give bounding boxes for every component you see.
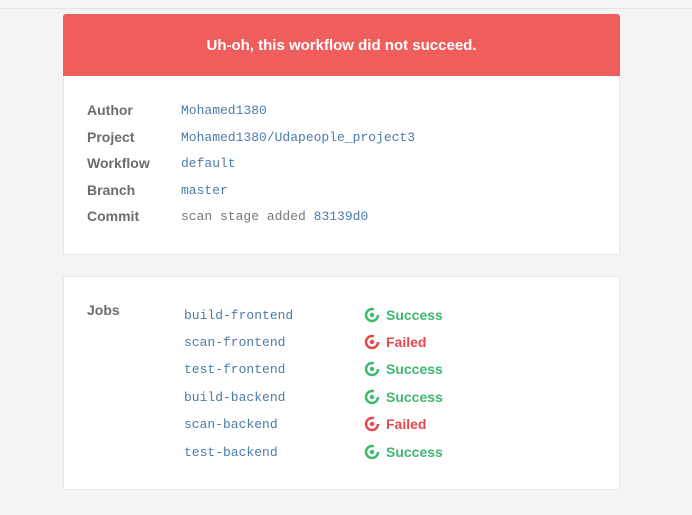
job-link[interactable]: build-backend	[184, 390, 364, 405]
job-status: Success	[364, 444, 443, 460]
success-status-icon	[364, 444, 380, 460]
job-link[interactable]: test-backend	[184, 445, 364, 460]
workflow-details-card: Author Mohamed1380 Project Mohamed1380/U…	[63, 76, 620, 255]
job-status-label: Failed	[386, 334, 427, 350]
branch-link[interactable]: master	[181, 183, 228, 198]
workflow-link[interactable]: default	[181, 156, 236, 171]
job-status: Failed	[364, 416, 426, 432]
success-status-icon	[364, 307, 380, 323]
job-status: Failed	[364, 334, 426, 350]
job-row: test-backend Success	[184, 442, 443, 462]
project-row: Project Mohamed1380/Udapeople_project3	[87, 127, 415, 147]
branch-label: Branch	[87, 182, 136, 198]
jobs-card: Jobs build-frontend Success scan-fronten…	[63, 276, 620, 490]
job-row: test-frontend Success	[184, 359, 443, 379]
job-status-label: Success	[386, 361, 443, 377]
top-bar	[0, 0, 692, 9]
job-row: scan-backend Failed	[184, 414, 426, 434]
project-link[interactable]: Mohamed1380/Udapeople_project3	[181, 130, 415, 145]
job-status-label: Success	[386, 307, 443, 323]
job-row: build-backend Success	[184, 387, 443, 407]
author-label: Author	[87, 102, 133, 118]
commit-hash-link[interactable]: 83139d0	[314, 209, 369, 224]
workflow-failure-banner: Uh-oh, this workflow did not succeed.	[63, 14, 620, 76]
branch-row: Branch master	[87, 180, 228, 200]
job-link[interactable]: scan-backend	[184, 417, 364, 432]
commit-row: Commit scan stage added 83139d0	[87, 206, 368, 226]
job-link[interactable]: test-frontend	[184, 362, 364, 377]
success-status-icon	[364, 389, 380, 405]
jobs-label: Jobs	[87, 302, 120, 318]
success-status-icon	[364, 361, 380, 377]
commit-message: scan stage added	[181, 208, 306, 224]
author-link[interactable]: Mohamed1380	[181, 103, 267, 118]
workflow-label: Workflow	[87, 155, 150, 171]
failed-status-icon	[364, 416, 380, 432]
job-status-label: Success	[386, 389, 443, 405]
job-row: scan-frontend Failed	[184, 332, 426, 352]
author-row: Author Mohamed1380	[87, 100, 267, 120]
job-status: Success	[364, 361, 443, 377]
job-status-label: Failed	[386, 416, 427, 432]
job-link[interactable]: build-frontend	[184, 308, 364, 323]
job-status-label: Success	[386, 444, 443, 460]
failed-status-icon	[364, 334, 380, 350]
project-label: Project	[87, 129, 135, 145]
job-row: build-frontend Success	[184, 305, 443, 325]
job-link[interactable]: scan-frontend	[184, 335, 364, 350]
workflow-row: Workflow default	[87, 153, 236, 173]
commit-label: Commit	[87, 208, 140, 224]
banner-title: Uh-oh, this workflow did not succeed.	[206, 36, 477, 54]
job-status: Success	[364, 389, 443, 405]
job-status: Success	[364, 307, 443, 323]
